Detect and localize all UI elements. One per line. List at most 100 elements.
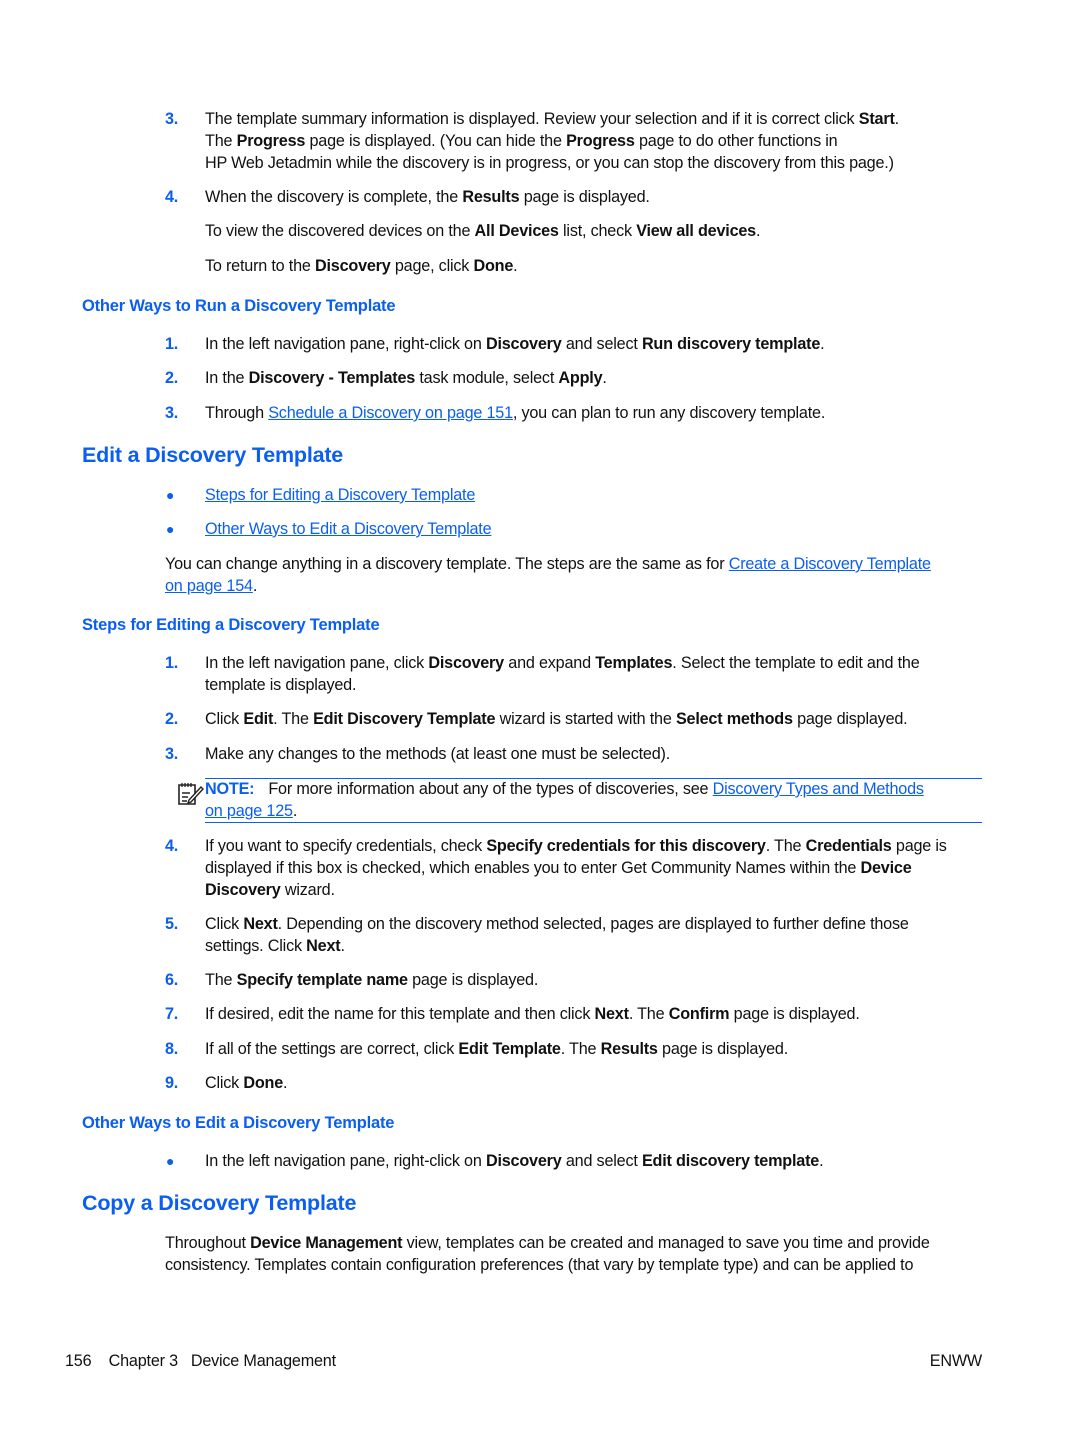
bold-term: Specify template name — [236, 971, 408, 989]
note-pencil-icon — [177, 781, 205, 812]
text: page is displayed. — [519, 188, 650, 206]
step-number: 9. — [165, 1074, 179, 1092]
text: Throughout — [165, 1234, 251, 1252]
text: The — [205, 971, 237, 989]
text: The template summary information is disp… — [205, 110, 859, 128]
text: wizard. — [280, 881, 335, 899]
note-rule — [205, 822, 982, 823]
section-label: Device Management — [190, 1352, 336, 1370]
subsection-heading: Other Ways to Run a Discovery Template — [82, 297, 396, 315]
step-number: 4. — [165, 837, 179, 855]
text: In the left navigation pane, click — [205, 654, 429, 672]
list-item: In the left navigation pane, right-click… — [205, 333, 825, 355]
text: page is — [891, 837, 947, 855]
text: You can change anything in a discovery t… — [165, 555, 729, 573]
step-number: 6. — [165, 971, 179, 989]
paragraph: To return to the Discovery page, click D… — [205, 255, 518, 277]
step-number: 4. — [165, 188, 179, 206]
cross-reference-link[interactable]: Steps for Editing a Discovery Template — [205, 486, 475, 504]
note: NOTE: For more information about any of t… — [205, 778, 924, 822]
text: . — [252, 577, 258, 595]
text: To return to the — [205, 257, 315, 275]
step-number: 5. — [165, 915, 179, 933]
list-item: Click Done. — [205, 1072, 288, 1094]
text: page is displayed. (You can hide the — [305, 132, 567, 150]
text: When the discovery is complete, the — [205, 188, 463, 206]
text: If desired, edit the name for this templ… — [205, 1005, 595, 1023]
list-item: In the left navigation pane, right-click… — [205, 1150, 824, 1172]
list-item: In the Discovery - Templates task module… — [205, 367, 607, 389]
text: In the left navigation pane, right-click… — [205, 1152, 486, 1170]
text: , you can plan to run any discovery temp… — [512, 404, 826, 422]
step-number: 2. — [165, 710, 179, 728]
bullet-icon: ● — [166, 1153, 175, 1169]
bold-term: Templates — [595, 654, 673, 672]
step-number: 8. — [165, 1040, 179, 1058]
bold-term: Specify credentials for this discovery — [486, 837, 766, 855]
step-number: 3. — [165, 404, 179, 422]
bold-term: Device Management — [250, 1234, 403, 1252]
text: In the left navigation pane, right-click… — [205, 335, 486, 353]
bold-term: Discovery - Templates — [248, 369, 416, 387]
page-number: 156 — [65, 1352, 92, 1370]
list-item: If all of the settings are correct, clic… — [205, 1038, 788, 1060]
step-number: 1. — [165, 654, 179, 672]
text: and select — [561, 335, 642, 353]
text: view, templates can be created and manag… — [402, 1234, 930, 1252]
cross-reference-link[interactable]: on page 125 — [205, 802, 293, 820]
step-number: 3. — [165, 110, 179, 128]
text: . — [819, 1152, 824, 1170]
bold-term: Discovery — [205, 881, 281, 899]
cross-reference-link[interactable]: Discovery Types and Methods — [713, 780, 924, 798]
document-page: 3. The template summary information is di… — [0, 0, 1080, 1437]
step-number: 3. — [165, 745, 179, 763]
bold-term: Progress — [236, 132, 306, 150]
text: . — [820, 335, 825, 353]
bold-term: Credentials — [805, 837, 892, 855]
footer-right: ENWW — [929, 1352, 982, 1370]
cross-reference-link[interactable]: on page 154 — [165, 577, 253, 595]
text: In the — [205, 369, 249, 387]
text: For more information about any of the ty… — [268, 780, 713, 798]
bold-term: Results — [600, 1040, 658, 1058]
bold-term: Next — [594, 1005, 629, 1023]
bold-term: Edit Template — [458, 1040, 561, 1058]
text: . — [340, 937, 345, 955]
bold-term: Done — [473, 257, 514, 275]
bold-term: View all devices — [636, 222, 756, 240]
bold-term: Next — [306, 937, 341, 955]
text: . Depending on the discovery method sele… — [277, 915, 909, 933]
text: . — [283, 1074, 288, 1092]
bold-term: Run discovery template — [641, 335, 821, 353]
bullet-icon: ● — [166, 521, 175, 537]
text: . The — [273, 710, 314, 728]
text: HP Web Jetadmin while the discovery is i… — [205, 154, 894, 172]
bold-term: Results — [462, 188, 520, 206]
bold-term: Discovery — [428, 654, 504, 672]
cross-reference-link[interactable]: Other Ways to Edit a Discovery Template — [205, 520, 492, 538]
text: wizard is started with the — [495, 710, 676, 728]
list-item: Steps for Editing a Discovery Template — [205, 484, 475, 506]
paragraph: You can change anything in a discovery t… — [165, 553, 931, 597]
text: page is displayed. — [729, 1005, 860, 1023]
text: page to do other functions in — [634, 132, 838, 150]
list-item: If desired, edit the name for this templ… — [205, 1003, 860, 1025]
text: and select — [561, 1152, 642, 1170]
list-item: Click Next. Depending on the discovery m… — [205, 913, 909, 957]
text: Through — [205, 404, 269, 422]
text: consistency. Templates contain configura… — [165, 1256, 914, 1274]
bold-term: Progress — [566, 132, 635, 150]
cross-reference-link[interactable]: Create a Discovery Template — [729, 555, 931, 573]
text: . — [894, 110, 900, 128]
bold-term: Next — [243, 915, 278, 933]
text: . — [756, 222, 761, 240]
bold-term: Edit Discovery Template — [313, 710, 496, 728]
text: The — [205, 132, 237, 150]
cross-reference-link[interactable]: Schedule a Discovery on page 151 — [268, 404, 513, 422]
list-item: Make any changes to the methods (at leas… — [205, 743, 670, 765]
bold-term: Start — [858, 110, 895, 128]
text: displayed if this box is checked, which … — [205, 859, 861, 877]
step-number: 7. — [165, 1005, 179, 1023]
text: . The — [560, 1040, 601, 1058]
text: settings. Click — [205, 937, 307, 955]
